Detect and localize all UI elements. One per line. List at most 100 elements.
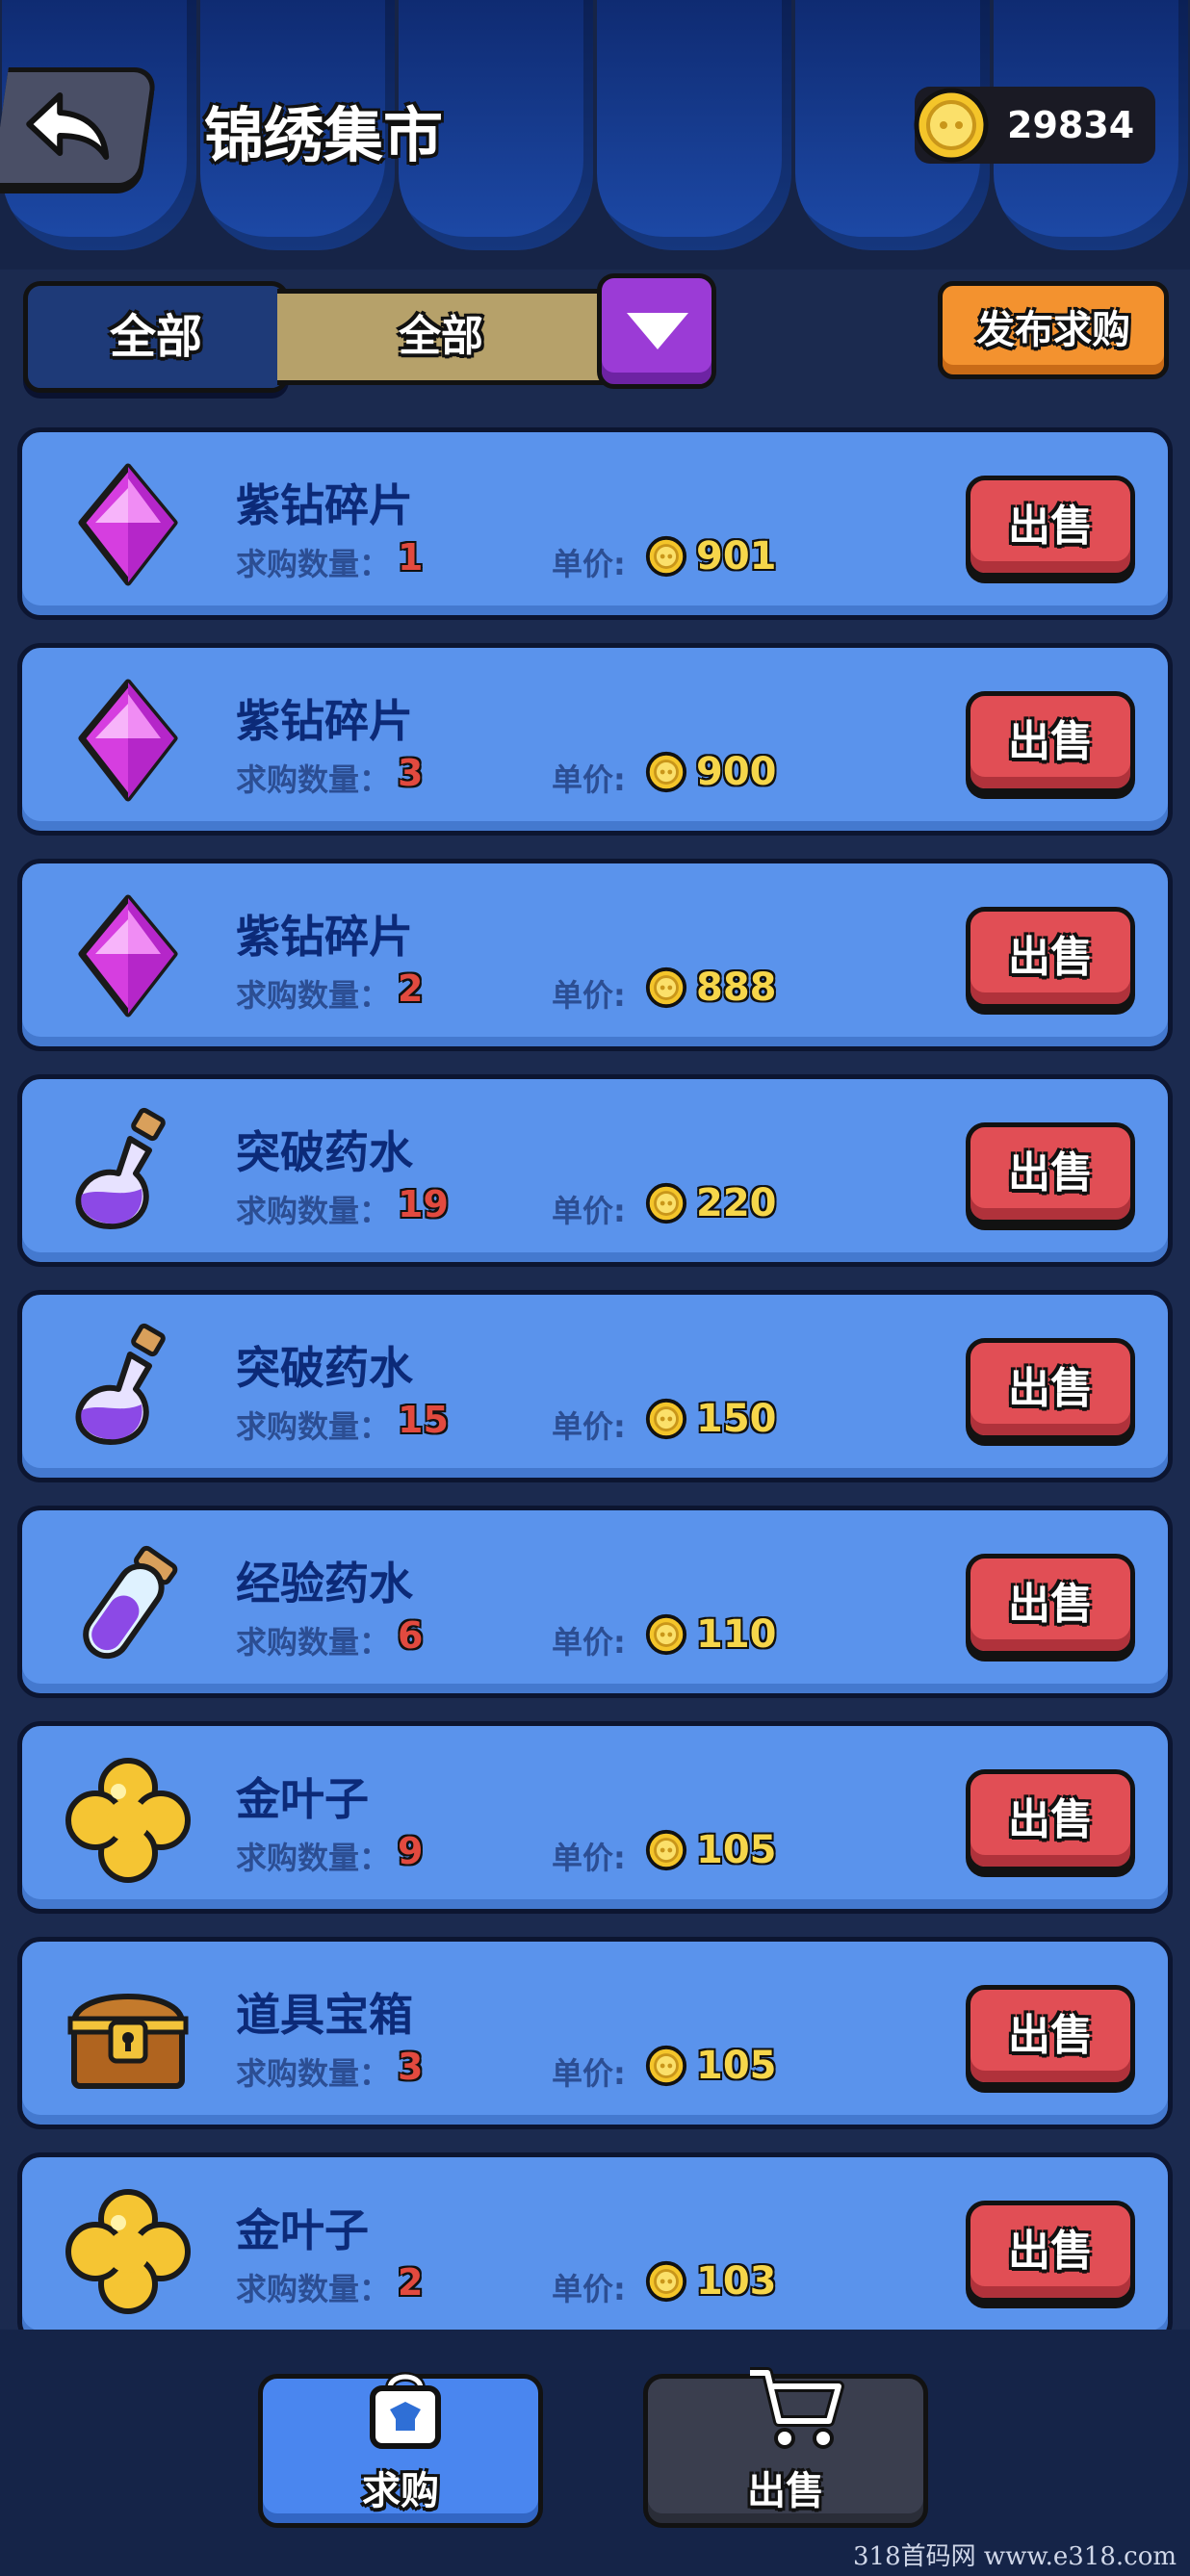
tab-buy-label: 求购 (362, 2469, 439, 2513)
list-item: 经验药水 求购数量： 6 单价: 110 出售 (17, 1506, 1173, 1698)
back-arrow-icon (26, 92, 110, 160)
header-curtain: 锦绣集市 29834 (0, 0, 1190, 270)
dropdown-button[interactable] (597, 273, 716, 389)
golden-clover-icon (61, 1753, 195, 1888)
quantity-label: 求购数量： (236, 1840, 391, 1876)
list-item: 紫钻碎片求购数量： 2 单价: 888 出售 (17, 859, 1173, 1051)
item-name: 金叶子 (236, 1773, 369, 1825)
price-value: 901 (696, 534, 777, 579)
quantity-value: 15 (398, 1399, 449, 1441)
price-value: 110 (696, 1612, 777, 1657)
quantity-value: 3 (398, 2046, 424, 2088)
shopping-bag-icon (370, 2372, 441, 2449)
purple-diamond-icon (61, 459, 195, 594)
list-item: 紫钻碎片求购数量： 1 单价: 901 出售 (17, 427, 1173, 620)
sell-button[interactable]: 出售 (966, 476, 1135, 578)
list-item: 金叶子求购数量： 9 单价: 105 出售 (17, 1721, 1173, 1914)
quantity-label: 求购数量： (236, 1408, 391, 1445)
coin-icon (644, 1181, 688, 1229)
sell-button[interactable]: 出售 (966, 1338, 1135, 1440)
request-list[interactable]: 紫钻碎片 求购数量： 1 单价: 901 出售 紫钻碎片 求购数量： 3 单价: 900 出售 紫钻碎片… (17, 427, 1173, 2330)
subcategory-filter[interactable]: 全部 (277, 289, 609, 385)
back-button[interactable] (0, 67, 158, 188)
watermark: 318首码网 www.e318.com (853, 2542, 1177, 2571)
chevron-down-icon (627, 313, 688, 349)
quantity-value: 6 (398, 1614, 424, 1657)
sell-button[interactable]: 出售 (966, 1122, 1135, 1224)
quantity-value: 19 (398, 1183, 449, 1225)
treasure-chest-icon (61, 1969, 195, 2103)
quantity-value: 1 (398, 536, 424, 579)
price-label: 单价: (552, 1624, 626, 1661)
price-label: 单价: (552, 546, 626, 582)
sell-button[interactable]: 出售 (966, 1985, 1135, 2087)
coin-icon (914, 88, 989, 163)
price-label: 单价: (552, 1193, 626, 1229)
quantity-label: 求购数量： (236, 761, 391, 798)
item-name: 紫钻碎片 (236, 695, 413, 747)
price-value: 150 (696, 1397, 777, 1441)
price-value: 103 (696, 2259, 777, 2304)
price-label: 单价: (552, 977, 626, 1014)
list-item: 道具宝箱求购数量： 3 单价: 105 出售 (17, 1937, 1173, 2129)
coin-icon (644, 1397, 688, 1445)
page-title: 锦绣集市 (204, 100, 444, 170)
quantity-label: 求购数量： (236, 2055, 391, 2092)
list-item: 突破药水求购数量： 19 单价: 220 出售 (17, 1074, 1173, 1267)
purple-diamond-icon (61, 675, 195, 810)
purple-diamond-icon (61, 890, 195, 1025)
item-name: 经验药水 (236, 1558, 413, 1610)
coin-icon (644, 1828, 688, 1876)
tab-buy[interactable]: 求购 (258, 2372, 543, 2528)
sell-button[interactable]: 出售 (966, 1554, 1135, 1656)
quantity-label: 求购数量： (236, 1193, 391, 1229)
sell-button[interactable]: 出售 (966, 691, 1135, 793)
item-name: 紫钻碎片 (236, 479, 413, 531)
price-value: 888 (696, 966, 777, 1010)
sell-button[interactable]: 出售 (966, 2201, 1135, 2303)
price-value: 900 (696, 750, 777, 794)
shopping-cart-icon (750, 2367, 844, 2449)
price-label: 单价: (552, 2055, 626, 2092)
coin-icon (644, 2044, 688, 2092)
item-name: 突破药水 (236, 1342, 413, 1394)
tab-sell[interactable]: 出售 (643, 2367, 928, 2528)
price-label: 单价: (552, 761, 626, 798)
quantity-value: 9 (398, 1830, 424, 1872)
item-name: 紫钻碎片 (236, 911, 413, 963)
quantity-label: 求购数量： (236, 546, 391, 582)
price-label: 单价: (552, 2271, 626, 2307)
coin-icon (644, 534, 688, 582)
price-value: 220 (696, 1181, 777, 1225)
list-item: 突破药水求购数量： 15 单价: 150 出售 (17, 1290, 1173, 1482)
list-item: 紫钻碎片求购数量： 3 单价: 900 出售 (17, 643, 1173, 836)
sell-button[interactable]: 出售 (966, 907, 1135, 1009)
quantity-label: 求购数量： (236, 2271, 391, 2307)
category-filter[interactable]: 全部 (23, 281, 289, 393)
publish-request-button[interactable]: 发布求购 (938, 281, 1169, 379)
item-name: 道具宝箱 (236, 1989, 413, 2041)
price-label: 单价: (552, 1840, 626, 1876)
price-label: 单价: (552, 1408, 626, 1445)
sell-button[interactable]: 出售 (966, 1769, 1135, 1871)
coin-icon (644, 2259, 688, 2307)
coin-icon (644, 966, 688, 1014)
price-value: 105 (696, 2044, 777, 2088)
tab-sell-label: 出售 (747, 2469, 824, 2513)
item-name: 突破药水 (236, 1126, 413, 1178)
coin-amount: 29834 (1007, 104, 1135, 146)
coin-icon (644, 1612, 688, 1661)
quantity-label: 求购数量： (236, 977, 391, 1014)
quantity-value: 2 (398, 2261, 424, 2304)
potion-tube-icon (61, 1537, 195, 1672)
quantity-value: 3 (398, 752, 424, 794)
golden-clover-icon (61, 2184, 195, 2319)
coin-balance: 29834 (914, 87, 1155, 164)
price-value: 105 (696, 1828, 777, 1872)
coin-icon (644, 750, 688, 798)
quantity-value: 2 (398, 967, 424, 1010)
list-item: 金叶子求购数量： 2 单价: 103 出售 (17, 2152, 1173, 2330)
potion-flask-icon (61, 1106, 195, 1241)
potion-flask-icon (61, 1322, 195, 1456)
item-name: 金叶子 (236, 2204, 369, 2256)
